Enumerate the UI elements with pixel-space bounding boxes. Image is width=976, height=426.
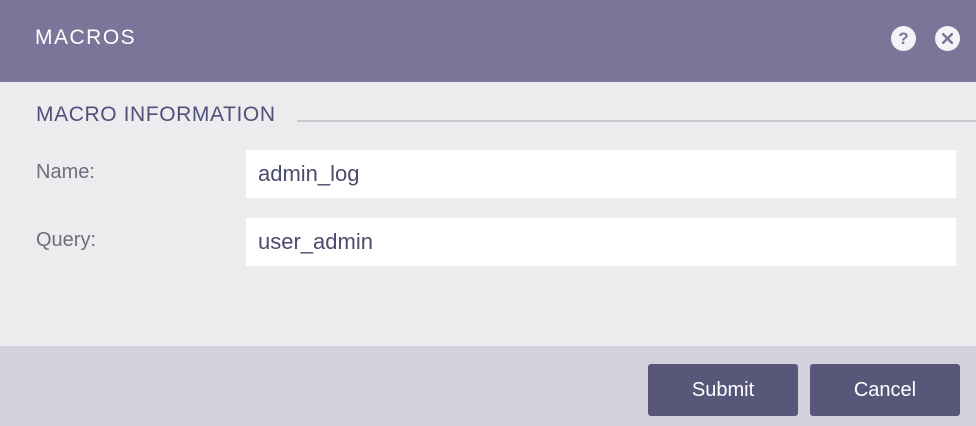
dialog-header: MACROS ?	[0, 0, 976, 82]
name-label: Name:	[36, 161, 95, 183]
section-divider	[297, 120, 976, 122]
name-input[interactable]	[246, 150, 956, 198]
dialog-footer: Submit Cancel	[0, 346, 976, 426]
help-glyph: ?	[898, 28, 909, 48]
macros-dialog: MACROS ? MACRO INFORMATION Name: Query: …	[0, 0, 976, 426]
close-icon[interactable]	[935, 26, 960, 51]
dialog-title: MACROS	[35, 26, 137, 49]
cancel-button[interactable]: Cancel	[810, 364, 960, 416]
close-x-shape	[942, 33, 953, 44]
query-label: Query:	[36, 229, 97, 251]
section-title: MACRO INFORMATION	[36, 103, 276, 126]
submit-button[interactable]: Submit	[648, 364, 798, 416]
help-icon[interactable]: ?	[891, 26, 916, 51]
query-input[interactable]	[246, 218, 956, 266]
